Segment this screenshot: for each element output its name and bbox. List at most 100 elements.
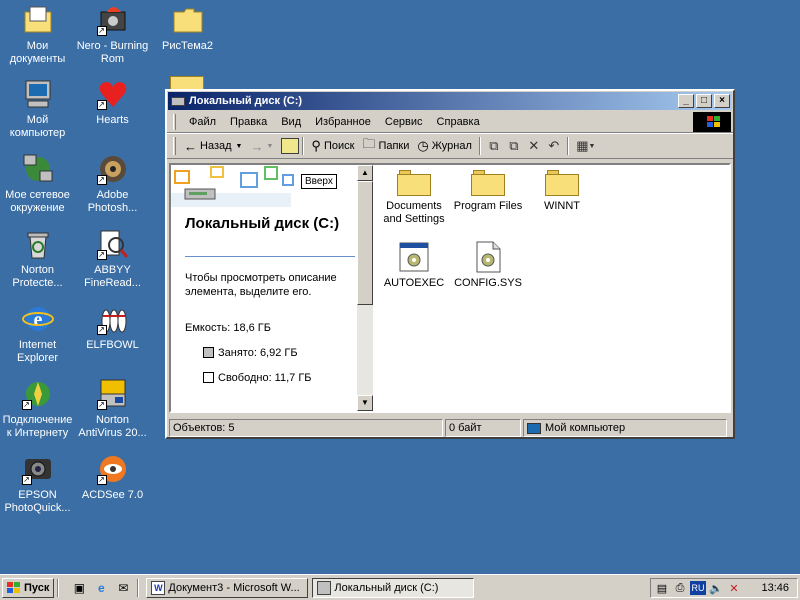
hearts-icon: ↗ — [96, 78, 129, 110]
scroll-thumb[interactable] — [357, 181, 373, 305]
outlook-express-icon[interactable]: ✉ — [114, 579, 132, 597]
desktop-icon-elfbowl[interactable]: ↗ ELFBOWL — [75, 303, 150, 352]
file-item[interactable]: CONFIG.SYS — [451, 241, 525, 290]
minimize-button[interactable]: _ — [678, 94, 694, 108]
start-label: Пуск — [24, 581, 50, 594]
desktop-icon-my-documents[interactable]: Мои документы — [0, 4, 75, 66]
menu-file[interactable]: Файл — [182, 116, 223, 128]
history-button[interactable]: ◷ Журнал — [413, 135, 475, 157]
desktop-icon-acdsee[interactable]: ↗ ACDSee 7.0 — [75, 453, 150, 502]
toolbar-separator — [566, 137, 569, 155]
menu-help[interactable]: Справка — [430, 116, 487, 128]
forward-button[interactable]: → ▼ — [246, 135, 277, 157]
file-item[interactable]: Program Files — [451, 170, 525, 213]
desktop-icon-my-computer[interactable]: Мой компьютер — [0, 78, 75, 140]
desktop-icon-recycle[interactable]: Norton Protecte... — [0, 228, 75, 290]
menu-view[interactable]: Вид — [274, 116, 308, 128]
free-row: Свободно: 11,7 ГБ — [203, 371, 357, 385]
history-icon: ◷ — [417, 138, 429, 153]
copy-to-icon[interactable]: ⧉ — [504, 136, 524, 156]
desktop-icon-label: EPSON PhotoQuick... — [4, 489, 71, 514]
folders-icon: 🗀 — [362, 136, 376, 151]
desktop-icon-label: ABBYY FineRead... — [84, 264, 141, 289]
file-item[interactable]: Documents and Settings — [377, 170, 451, 226]
task-label: Документ3 - Microsoft W... — [168, 581, 300, 594]
file-item-label: Program Files — [453, 200, 523, 212]
ie-quicklaunch-icon[interactable]: e — [92, 579, 110, 597]
task-button-explorer[interactable]: Локальный диск (C:) — [312, 577, 475, 598]
explorer-window[interactable]: Локальный диск (C:) _ □ × Файл Правка Ви… — [165, 89, 735, 439]
desktop-icon-ie[interactable]: e Internet Explorer — [0, 303, 75, 365]
content-area: Вверх Локальный диск (C:) Чтобы просмотр… — [169, 163, 731, 413]
drive-icon — [171, 96, 185, 106]
partial-folder-icon[interactable] — [170, 76, 204, 89]
file-item-label: Documents and Settings — [383, 200, 445, 225]
left-pane-scrollbar[interactable]: ▲ ▼ — [357, 165, 373, 411]
desktop-icon-finereader[interactable]: ↗ ABBYY FineRead... — [75, 228, 150, 290]
norton-antivirus-icon: ↗ — [96, 378, 129, 410]
status-size: 0 байт — [445, 419, 521, 437]
menu-favorites[interactable]: Избранное — [308, 116, 378, 128]
desktop-icon-nero[interactable]: ↗ Nero - Burning Rom — [75, 4, 150, 66]
back-button[interactable]: ← Назад ▼ — [180, 135, 246, 157]
forward-dropdown-icon[interactable]: ▼ — [266, 143, 273, 150]
start-button[interactable]: Пуск — [2, 577, 55, 598]
desktop-icon-network[interactable]: Мое сетевое окружение — [0, 153, 75, 215]
maximize-button[interactable]: □ — [696, 94, 712, 108]
title-bar[interactable]: Локальный диск (C:) _ □ × — [168, 92, 732, 110]
file-item[interactable]: AUTOEXEC — [377, 241, 451, 290]
move-to-icon[interactable]: ⧉ — [484, 136, 504, 156]
desktop-icon-label: Adobe Photosh... — [87, 189, 138, 214]
file-list: Documents and Settings Program Files WIN… — [373, 165, 729, 411]
folder-icon — [471, 170, 505, 196]
desktop-icon-epson[interactable]: ↗ EPSON PhotoQuick... — [0, 453, 75, 515]
volume-icon[interactable]: 🔈 — [708, 580, 724, 596]
menu-grip[interactable] — [173, 113, 176, 130]
close-button[interactable]: × — [714, 94, 730, 108]
shortcut-arrow-icon: ↗ — [96, 175, 107, 185]
scroll-down-icon[interactable]: ▼ — [357, 395, 373, 411]
used-legend-swatch — [203, 347, 214, 358]
views-icon[interactable]: ▦ ▼ — [572, 136, 600, 156]
menu-bar: Файл Правка Вид Избранное Сервис Справка — [167, 111, 733, 133]
free-legend-swatch — [203, 372, 214, 383]
file-item[interactable]: WINNT — [525, 170, 599, 213]
my-computer-icon — [527, 422, 541, 434]
desktop-icon-connect[interactable]: ↗ Подключение к Интернету — [0, 378, 75, 440]
language-indicator[interactable]: RU — [690, 581, 706, 595]
desktop-icon-photoshop[interactable]: ↗ Adobe Photosh... — [75, 153, 150, 215]
menu-tools[interactable]: Сервис — [378, 116, 430, 128]
folders-button[interactable]: 🗀 Папки — [358, 135, 413, 157]
desktop-icon-norton-av[interactable]: ↗ Norton AntiVirus 20... — [75, 378, 150, 440]
undo-icon[interactable]: ↶ — [544, 136, 564, 156]
desktop-icon-ristema2[interactable]: РисТема2 — [150, 4, 225, 53]
folder-icon — [397, 170, 431, 196]
capacity-text: Емкость: 18,6 ГБ — [185, 322, 271, 334]
desktop-icon-label: Мое сетевое окружение — [5, 189, 70, 214]
desktop-icon-label: ELFBOWL — [86, 339, 139, 351]
epson-icon: ↗ — [21, 453, 54, 485]
clock[interactable]: 13:46 — [761, 582, 789, 594]
show-desktop-icon[interactable]: ▣ — [70, 579, 88, 597]
desktop-icon-label: Мой компьютер — [9, 114, 66, 139]
task-button-word[interactable]: W Документ3 - Microsoft W... — [146, 577, 309, 598]
hint-text: Чтобы просмотреть описание элемента, выд… — [185, 272, 337, 298]
toolbar-grip[interactable] — [173, 137, 176, 155]
status-location: Мой компьютер — [523, 419, 727, 437]
delete-icon[interactable]: ✕ — [524, 136, 544, 156]
scroll-up-icon[interactable]: ▲ — [357, 165, 373, 181]
desktop-icon-hearts[interactable]: ↗ Hearts — [75, 78, 150, 127]
search-icon: ⚲ — [311, 138, 321, 153]
status-bar: Объектов: 5 0 байт Мой компьютер — [169, 419, 731, 437]
shortcut-arrow-icon: ↗ — [96, 250, 107, 260]
photoshop-icon: ↗ — [96, 153, 129, 185]
my-computer-icon — [22, 78, 54, 110]
network-disconnected-icon[interactable]: ✕ — [726, 580, 742, 596]
up-folder-button[interactable] — [281, 138, 300, 154]
back-dropdown-icon[interactable]: ▼ — [236, 143, 243, 150]
search-button[interactable]: ⚲ Поиск — [307, 135, 358, 157]
printer-tray-icon[interactable]: ⎙ — [672, 580, 688, 596]
norton-tray-icon[interactable]: ▤ — [654, 580, 670, 596]
folders-label: Папки — [378, 140, 410, 152]
menu-edit[interactable]: Правка — [223, 116, 274, 128]
